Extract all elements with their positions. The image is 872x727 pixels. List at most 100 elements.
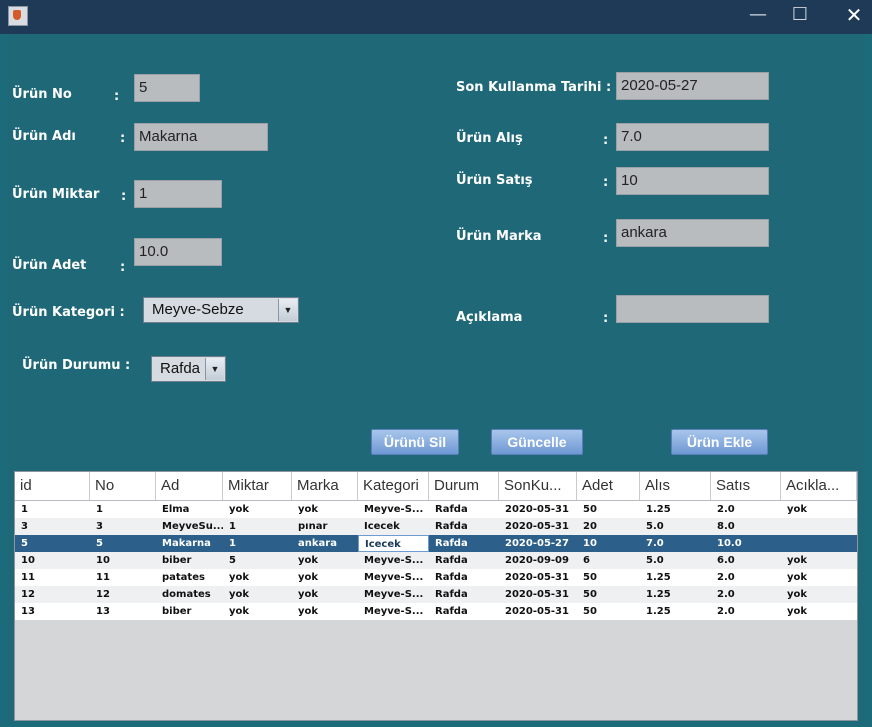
table-row[interactable]: 13 13 biber yok yok Meyve-S... Rafda 2020-05-31…: [15, 603, 857, 620]
table-cell[interactable]: 50: [577, 501, 640, 518]
table-cell[interactable]: yok: [223, 603, 292, 620]
table-cell[interactable]: domates: [156, 586, 223, 603]
table-cell[interactable]: [781, 535, 857, 552]
table-cell[interactable]: Rafda: [429, 552, 499, 569]
urun-satis-field[interactable]: 10: [616, 167, 769, 195]
table-cell[interactable]: 1.25: [640, 569, 711, 586]
table-cell[interactable]: yok: [292, 586, 358, 603]
table-cell[interactable]: 1: [223, 518, 292, 535]
table-cell[interactable]: Rafda: [429, 518, 499, 535]
table-cell[interactable]: 11: [15, 569, 90, 586]
table-cell[interactable]: Meyve-S...: [358, 586, 429, 603]
column-header[interactable]: Marka: [292, 472, 358, 500]
table-cell[interactable]: ankara: [292, 535, 358, 552]
table-cell[interactable]: 1.25: [640, 586, 711, 603]
close-button[interactable]: ✕: [838, 2, 870, 28]
column-header[interactable]: No: [90, 472, 156, 500]
table-cell[interactable]: 3: [15, 518, 90, 535]
urun-miktar-field[interactable]: 1: [134, 180, 222, 208]
table-cell[interactable]: Icecek: [358, 518, 429, 535]
table-cell[interactable]: 5.0: [640, 552, 711, 569]
table-cell[interactable]: Meyve-S...: [358, 552, 429, 569]
aciklama-field[interactable]: [616, 295, 769, 323]
table-cell[interactable]: Meyve-S...: [358, 501, 429, 518]
column-header[interactable]: Alıs: [640, 472, 711, 500]
table-row[interactable]: 5 5 Makarna 1 ankara Icecek Rafda 2020-05-27 10 7…: [15, 535, 857, 552]
table-cell[interactable]: 2.0: [711, 603, 781, 620]
table-cell[interactable]: [781, 518, 857, 535]
table-cell[interactable]: 2020-05-31: [499, 569, 577, 586]
table-cell[interactable]: 50: [577, 603, 640, 620]
table-cell[interactable]: Rafda: [429, 501, 499, 518]
table-cell[interactable]: 5.0: [640, 518, 711, 535]
urun-no-field[interactable]: 5: [134, 74, 200, 102]
column-header[interactable]: id: [15, 472, 90, 500]
column-header[interactable]: Kategori: [358, 472, 429, 500]
chevron-down-icon[interactable]: ▼: [205, 358, 224, 380]
table-cell[interactable]: 2020-05-31: [499, 603, 577, 620]
table-cell[interactable]: Icecek: [358, 535, 429, 552]
urun-durumu-select[interactable]: Rafda ▼: [151, 356, 226, 382]
table-cell[interactable]: 10: [577, 535, 640, 552]
column-header[interactable]: Acıkla...: [781, 472, 857, 500]
table-cell[interactable]: Makarna: [156, 535, 223, 552]
table-cell[interactable]: 10: [15, 552, 90, 569]
column-header[interactable]: Durum: [429, 472, 499, 500]
table-cell[interactable]: 20: [577, 518, 640, 535]
son-kullanma-field[interactable]: 2020-05-27: [616, 72, 769, 100]
table-cell[interactable]: Rafda: [429, 569, 499, 586]
table-cell[interactable]: biber: [156, 603, 223, 620]
column-header[interactable]: Miktar: [223, 472, 292, 500]
table-cell[interactable]: 50: [577, 586, 640, 603]
table-cell[interactable]: 1: [223, 535, 292, 552]
table-cell[interactable]: 2020-05-27: [499, 535, 577, 552]
table-cell[interactable]: yok: [223, 501, 292, 518]
urun-kategori-select[interactable]: Meyve-Sebze ▼: [143, 297, 299, 323]
table-cell[interactable]: 5: [15, 535, 90, 552]
table-row[interactable]: 12 12 domates yok yok Meyve-S... Rafda 2020-05-…: [15, 586, 857, 603]
table-cell[interactable]: 7.0: [640, 535, 711, 552]
table-cell[interactable]: 5: [223, 552, 292, 569]
delete-product-button[interactable]: Ürünü Sil: [371, 429, 459, 455]
table-cell[interactable]: Rafda: [429, 586, 499, 603]
table-cell[interactable]: 2020-05-31: [499, 586, 577, 603]
table-cell[interactable]: 2020-09-09: [499, 552, 577, 569]
table-cell[interactable]: yok: [223, 569, 292, 586]
table-cell[interactable]: 1: [15, 501, 90, 518]
table-cell[interactable]: 6: [577, 552, 640, 569]
minimize-button[interactable]: —: [742, 2, 774, 28]
table-cell[interactable]: 1: [90, 501, 156, 518]
table-cell[interactable]: Meyve-S...: [358, 569, 429, 586]
table-row[interactable]: 11 11 patates yok yok Meyve-S... Rafda 2020-05-…: [15, 569, 857, 586]
table-cell[interactable]: 10: [90, 552, 156, 569]
table-cell[interactable]: pınar: [292, 518, 358, 535]
table-cell[interactable]: Rafda: [429, 535, 499, 552]
urun-marka-field[interactable]: ankara: [616, 219, 769, 247]
table-cell[interactable]: 2020-05-31: [499, 501, 577, 518]
table-cell[interactable]: Rafda: [429, 603, 499, 620]
table-cell[interactable]: 5: [90, 535, 156, 552]
column-header[interactable]: Satıs: [711, 472, 781, 500]
column-header[interactable]: Ad: [156, 472, 223, 500]
table-cell[interactable]: 2020-05-31: [499, 518, 577, 535]
table-cell[interactable]: yok: [292, 501, 358, 518]
table-cell[interactable]: 50: [577, 569, 640, 586]
table-cell[interactable]: 10.0: [711, 535, 781, 552]
table-cell[interactable]: yok: [781, 501, 857, 518]
table-cell[interactable]: patates: [156, 569, 223, 586]
table-cell[interactable]: yok: [292, 552, 358, 569]
table-cell[interactable]: yok: [781, 569, 857, 586]
table-cell[interactable]: 12: [15, 586, 90, 603]
table-cell[interactable]: Elma: [156, 501, 223, 518]
table-cell[interactable]: yok: [781, 586, 857, 603]
urun-adet-field[interactable]: 10.0: [134, 238, 222, 266]
table-cell[interactable]: 12: [90, 586, 156, 603]
table-row[interactable]: 1 1 Elma yok yok Meyve-S... Rafda 2020-05-31 50 1…: [15, 501, 857, 518]
column-header[interactable]: Adet: [577, 472, 640, 500]
table-cell[interactable]: Meyve-S...: [358, 603, 429, 620]
table-cell[interactable]: 2.0: [711, 586, 781, 603]
add-product-button[interactable]: Ürün Ekle: [671, 429, 768, 455]
table-cell[interactable]: yok: [781, 552, 857, 569]
products-table[interactable]: id No Ad Miktar Marka Kategori Durum SonKu... Ad…: [14, 471, 858, 721]
table-cell[interactable]: yok: [292, 569, 358, 586]
